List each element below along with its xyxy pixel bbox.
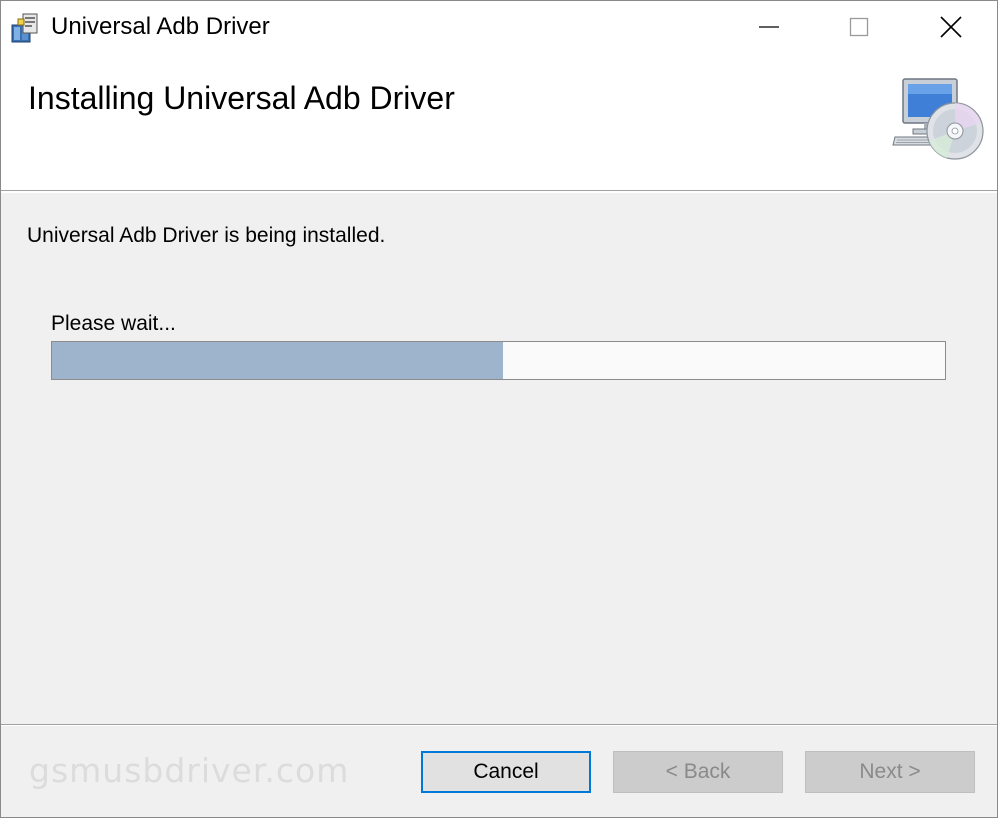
title-bar[interactable]: Universal Adb Driver [1,1,997,53]
watermark-text: gsmusbdriver.com [29,751,350,790]
close-icon [940,16,962,38]
footer-divider-highlight [1,725,997,726]
computer-cd-icon [892,78,984,160]
banner-divider [1,191,997,193]
page-title: Installing Universal Adb Driver [28,80,455,116]
please-wait-label: Please wait... [51,312,176,335]
installer-box-icon [11,13,38,43]
back-button[interactable]: < Back [613,751,783,793]
minimize-button[interactable] [723,1,815,53]
minimize-icon [759,26,779,28]
install-status-text: Universal Adb Driver is being installed. [27,224,386,247]
next-button[interactable]: Next > [805,751,975,793]
maximize-button[interactable] [813,1,905,53]
cancel-button-label: Cancel [473,760,539,783]
close-button[interactable] [905,1,997,53]
install-progress-bar [51,341,946,380]
back-button-label: < Back [665,760,731,783]
cancel-button[interactable]: Cancel [421,751,591,793]
installer-window: Universal Adb Driver Installing Universa… [0,0,998,818]
next-button-label: Next > [859,760,921,783]
header-banner: Installing Universal Adb Driver [1,53,997,191]
progress-fill [52,342,503,379]
window-title: Universal Adb Driver [51,13,270,40]
maximize-icon [849,17,869,37]
